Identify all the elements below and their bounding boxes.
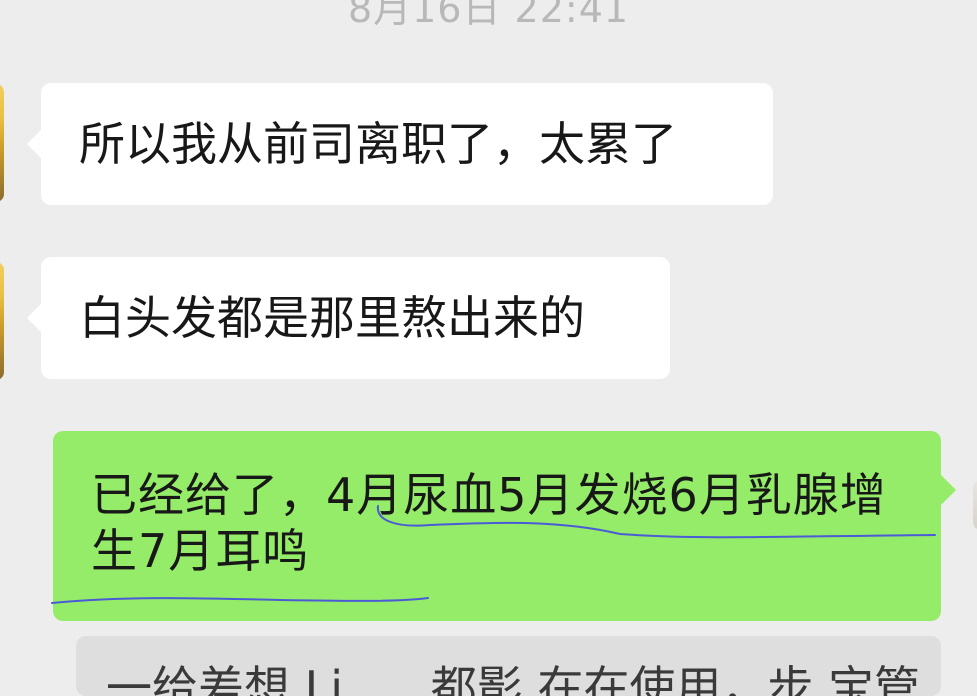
chat-timestamp: 8月16日 22:41 [347, 0, 630, 31]
message-bubble-incoming[interactable]: 一给差想 Li, ... 都影 在在使用，步 宝管 [76, 636, 941, 696]
contact-avatar-icon[interactable] [0, 84, 4, 202]
message-bubble-outgoing[interactable]: 已经给了，4月尿血5月发烧6月乳腺增生7月耳鸣 [53, 431, 956, 621]
own-avatar-icon[interactable] [973, 480, 977, 530]
message-text: 所以我从前司离职了，太累了 [79, 117, 677, 171]
message-text: 已经给了，4月尿血5月发烧6月乳腺增生7月耳鸣 [91, 468, 887, 578]
message-bubble-incoming[interactable]: 所以我从前司离职了，太累了 [27, 83, 773, 205]
contact-avatar-icon[interactable] [0, 262, 4, 380]
message-text: 白头发都是那里熬出来的 [79, 291, 585, 345]
message-text: 一给差想 Li, ... 都影 在在使用，步 宝管 [106, 661, 921, 696]
message-bubble-incoming[interactable]: 白头发都是那里熬出来的 [27, 257, 670, 379]
